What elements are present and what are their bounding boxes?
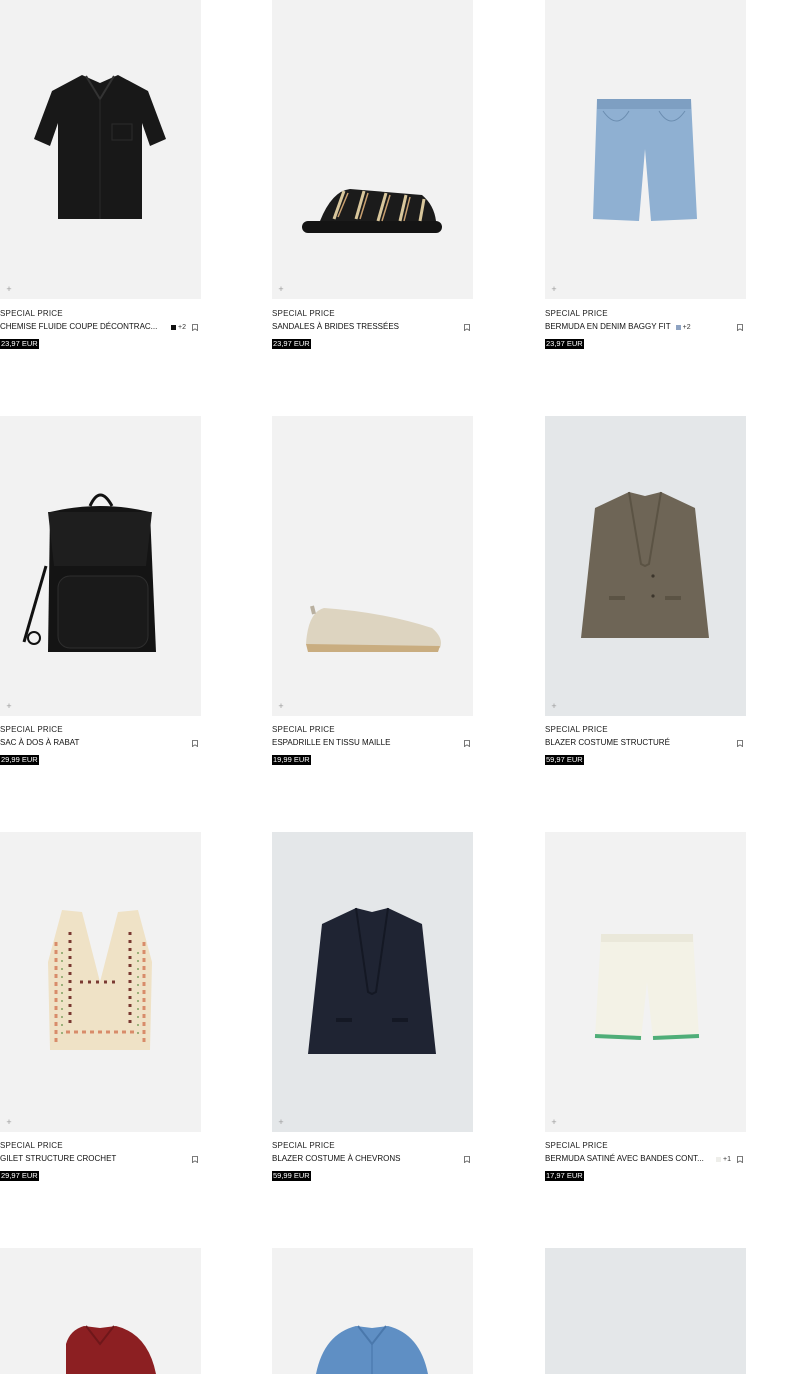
product-price: 59,97 EUR bbox=[545, 755, 584, 765]
price-tag-label: SPECIAL PRICE bbox=[272, 1141, 335, 1150]
product-image[interactable]: + bbox=[272, 0, 473, 299]
product-image[interactable]: + bbox=[545, 416, 746, 716]
add-to-cart-icon[interactable]: + bbox=[549, 701, 559, 711]
bookmark-icon[interactable] bbox=[464, 1155, 470, 1163]
product-image-placeholder[interactable] bbox=[545, 1248, 746, 1374]
add-to-cart-icon[interactable]: + bbox=[4, 284, 14, 294]
bookmark-icon[interactable] bbox=[464, 739, 470, 747]
product-image[interactable]: + bbox=[272, 416, 473, 716]
color-swatch[interactable] bbox=[675, 324, 681, 330]
product-image[interactable]: + bbox=[545, 832, 746, 1132]
price-tag-label: SPECIAL PRICE bbox=[545, 309, 608, 318]
bookmark-icon[interactable] bbox=[192, 739, 198, 747]
product-card[interactable]: + SPECIAL PRICE BLAZER COSTUME À CHEVRON… bbox=[272, 832, 473, 1183]
bookmark-icon[interactable] bbox=[737, 1155, 743, 1163]
product-name[interactable]: GILET STRUCTURE CROCHET bbox=[0, 1153, 190, 1165]
backpack-icon bbox=[22, 493, 156, 652]
product-price: 23,97 EUR bbox=[545, 339, 584, 349]
navy-blazer-icon bbox=[308, 907, 436, 1054]
more-colors-count[interactable]: +2 bbox=[683, 324, 731, 331]
product-image[interactable]: + bbox=[272, 832, 473, 1132]
bookmark-icon[interactable] bbox=[737, 739, 743, 747]
bookmark-icon[interactable] bbox=[192, 1155, 198, 1163]
product-name[interactable]: BLAZER COSTUME STRUCTURÉ bbox=[545, 737, 735, 749]
bookmark-icon[interactable] bbox=[464, 323, 470, 331]
product-price: 23,97 EUR bbox=[0, 339, 39, 349]
price-tag-label: SPECIAL PRICE bbox=[0, 725, 63, 734]
price-tag-label: SPECIAL PRICE bbox=[545, 725, 608, 734]
product-name[interactable]: SANDALES À BRIDES TRESSÉES bbox=[272, 321, 462, 333]
more-colors-count[interactable]: +1 bbox=[723, 1156, 731, 1163]
product-price: 59,99 EUR bbox=[272, 1171, 311, 1181]
product-image[interactable] bbox=[272, 1248, 473, 1374]
product-card[interactable]: + SPECIAL PRICE SAC À DOS À RABAT 29,99 … bbox=[0, 416, 201, 767]
product-card[interactable]: + SPECIAL PRICE GILET STRUCTURE CROCHET … bbox=[0, 832, 201, 1183]
product-image[interactable]: + bbox=[545, 0, 746, 299]
add-to-cart-icon[interactable]: + bbox=[549, 1117, 559, 1127]
price-tag-label: SPECIAL PRICE bbox=[0, 309, 63, 318]
red-polo-icon bbox=[66, 1325, 156, 1374]
add-to-cart-icon[interactable]: + bbox=[4, 701, 14, 711]
product-name[interactable]: BERMUDA EN DENIM BAGGY FIT bbox=[545, 321, 671, 333]
product-name[interactable]: SAC À DOS À RABAT bbox=[0, 737, 190, 749]
product-price: 23,97 EUR bbox=[272, 339, 311, 349]
product-card[interactable]: + SPECIAL PRICE BERMUDA EN DENIM BAGGY F… bbox=[545, 0, 746, 351]
black-shirt-icon bbox=[34, 75, 166, 219]
product-image[interactable]: + bbox=[0, 0, 201, 299]
product-card[interactable]: + SPECIAL PRICE BLAZER COSTUME STRUCTURÉ… bbox=[545, 416, 746, 767]
product-name[interactable]: ESPADRILLE EN TISSU MAILLE bbox=[272, 737, 462, 749]
price-tag-label: SPECIAL PRICE bbox=[272, 725, 335, 734]
product-card[interactable] bbox=[272, 1248, 473, 1374]
product-name[interactable]: CHEMISE FLUIDE COUPE DÉCONTRAC... bbox=[0, 321, 166, 333]
product-name[interactable]: BLAZER COSTUME À CHEVRONS bbox=[272, 1153, 462, 1165]
price-tag-label: SPECIAL PRICE bbox=[272, 309, 335, 318]
add-to-cart-icon[interactable]: + bbox=[4, 1117, 14, 1127]
product-image[interactable]: + bbox=[0, 416, 201, 716]
product-card[interactable]: + SPECIAL PRICE SANDALES À BRIDES TRESSÉ… bbox=[272, 0, 473, 351]
product-card[interactable]: + SPECIAL PRICE ESPADRILLE EN TISSU MAIL… bbox=[272, 416, 473, 767]
add-to-cart-icon[interactable]: + bbox=[276, 701, 286, 711]
color-swatch[interactable] bbox=[171, 324, 177, 330]
product-grid: + SPECIAL PRICE CHEMISE FLUIDE COUPE DÉC… bbox=[0, 0, 800, 1374]
product-image[interactable]: + bbox=[0, 832, 201, 1132]
product-price: 29,99 EUR bbox=[0, 755, 39, 765]
denim-shorts-icon bbox=[593, 99, 697, 221]
blue-polo-icon bbox=[316, 1325, 428, 1374]
product-card[interactable]: + SPECIAL PRICE BERMUDA SATINÉ AVEC BAND… bbox=[545, 832, 746, 1183]
more-colors-count[interactable]: +2 bbox=[178, 324, 186, 331]
product-name[interactable]: BERMUDA SATINÉ AVEC BANDES CONT... bbox=[545, 1153, 711, 1165]
product-image[interactable] bbox=[0, 1248, 201, 1374]
satin-shorts-icon bbox=[594, 934, 700, 1040]
product-card[interactable] bbox=[545, 1248, 746, 1374]
product-price: 19,99 EUR bbox=[272, 755, 311, 765]
add-to-cart-icon[interactable]: + bbox=[276, 1117, 286, 1127]
brown-blazer-icon bbox=[581, 491, 709, 638]
woven-sandal-icon bbox=[302, 189, 442, 233]
crochet-vest-icon bbox=[48, 910, 152, 1050]
bookmark-icon[interactable] bbox=[192, 323, 198, 331]
espadrille-icon bbox=[306, 605, 441, 652]
product-card[interactable] bbox=[0, 1248, 201, 1374]
bookmark-icon[interactable] bbox=[737, 323, 743, 331]
color-swatch[interactable] bbox=[716, 1156, 722, 1162]
price-tag-label: SPECIAL PRICE bbox=[545, 1141, 608, 1150]
add-to-cart-icon[interactable]: + bbox=[549, 284, 559, 294]
product-price: 29,97 EUR bbox=[0, 1171, 39, 1181]
price-tag-label: SPECIAL PRICE bbox=[0, 1141, 63, 1150]
add-to-cart-icon[interactable]: + bbox=[276, 284, 286, 294]
product-price: 17,97 EUR bbox=[545, 1171, 584, 1181]
product-card[interactable]: + SPECIAL PRICE CHEMISE FLUIDE COUPE DÉC… bbox=[0, 0, 201, 351]
